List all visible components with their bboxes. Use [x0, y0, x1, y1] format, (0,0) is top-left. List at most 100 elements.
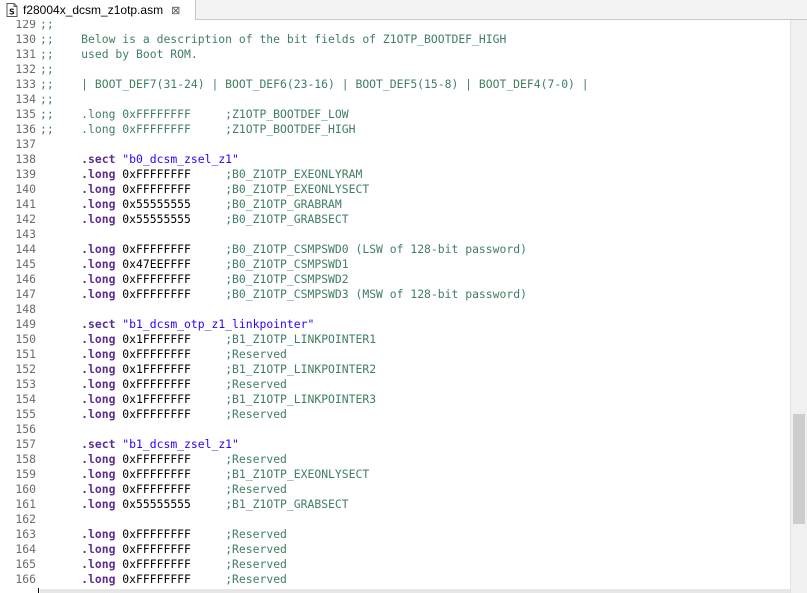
- line-number: 163: [15, 527, 36, 541]
- horizontal-scrollbar[interactable]: [40, 589, 790, 593]
- asm-file-icon: S: [4, 2, 20, 18]
- line-number: 137: [15, 137, 36, 151]
- code-line[interactable]: 143: [0, 227, 790, 242]
- line-text: ;; .long 0xFFFFFFFF ;Z1OTP_BOOTDEF_HIGH: [40, 122, 355, 137]
- token-comment: ;Reserved: [225, 482, 287, 496]
- line-text: ;;: [40, 62, 54, 77]
- code-line[interactable]: 157 .sect "b1_dcsm_zsel_z1": [0, 437, 790, 452]
- code-line[interactable]: 164 .long 0xFFFFFFFF ;Reserved: [0, 542, 790, 557]
- code-line[interactable]: 130 ;; Below is a description of the bit …: [0, 32, 790, 47]
- token-dir: .long: [81, 377, 116, 391]
- code-line[interactable]: 137: [0, 137, 790, 152]
- token-num: [40, 197, 81, 211]
- code-line[interactable]: 166 .long 0xFFFFFFFF ;Reserved: [0, 572, 790, 587]
- line-number: 153: [15, 377, 36, 391]
- token-num: 0x55555555: [115, 197, 226, 211]
- code-line[interactable]: 165 .long 0xFFFFFFFF ;Reserved: [0, 557, 790, 572]
- code-line[interactable]: 160 .long 0xFFFFFFFF ;Reserved: [0, 482, 790, 497]
- code-line[interactable]: 162: [0, 512, 790, 527]
- token-comment: ;B0_Z1OTP_CSMPSWD3 (MSW of 128-bit passw…: [225, 287, 527, 301]
- token-num: [40, 497, 81, 511]
- code-line[interactable]: 149 .sect "b1_dcsm_otp_z1_linkpointer": [0, 317, 790, 332]
- code-line[interactable]: 135 ;; .long 0xFFFFFFFF ;Z1OTP_BOOTDEF_LO…: [0, 107, 790, 122]
- token-comment: ;;: [40, 20, 54, 31]
- code-line[interactable]: 158 .long 0xFFFFFFFF ;Reserved: [0, 452, 790, 467]
- code-line[interactable]: 132;;: [0, 62, 790, 77]
- code-line[interactable]: 163 .long 0xFFFFFFFF ;Reserved: [0, 527, 790, 542]
- vertical-scrollbar[interactable]: [790, 20, 807, 593]
- token-comment: ;B0_Z1OTP_CSMPSWD0 (LSW of 128-bit passw…: [225, 242, 527, 256]
- code-line[interactable]: 153 .long 0xFFFFFFFF ;Reserved: [0, 377, 790, 392]
- line-number: 148: [15, 302, 36, 316]
- line-text: ;; .long 0xFFFFFFFF ;Z1OTP_BOOTDEF_LOW: [40, 107, 349, 122]
- token-dir: .long: [81, 542, 116, 556]
- code-line[interactable]: 136 ;; .long 0xFFFFFFFF ;Z1OTP_BOOTDEF_HI…: [0, 122, 790, 137]
- code-text-area[interactable]: 129;; 130;; Below is a description of the…: [0, 20, 790, 593]
- token-dir: .long: [81, 392, 116, 406]
- line-text: ;; Below is a description of the bit fie…: [40, 32, 506, 47]
- code-line[interactable]: 152 .long 0x1FFFFFFF ;B1_Z1OTP_LINKPOINT…: [0, 362, 790, 377]
- token-num: 0xFFFFFFFF: [115, 467, 226, 481]
- token-num: [40, 542, 81, 556]
- token-num: [40, 362, 81, 376]
- code-line[interactable]: 141 .long 0x55555555 ;B0_Z1OTP_GRABRAM: [0, 197, 790, 212]
- token-num: [40, 437, 81, 451]
- token-dir: .long: [81, 212, 116, 226]
- code-line[interactable]: 148: [0, 302, 790, 317]
- scrollbar-thumb[interactable]: [793, 414, 805, 524]
- line-number: 135: [15, 107, 36, 121]
- token-dir: .long: [81, 482, 116, 496]
- line-number: 147: [15, 287, 36, 301]
- line-text: .long 0x55555555 ;B0_Z1OTP_GRABRAM: [40, 197, 342, 212]
- line-number: 161: [15, 497, 36, 511]
- line-number: 158: [15, 452, 36, 466]
- line-text: .sect "b0_dcsm_zsel_z1": [40, 152, 239, 167]
- line-text: .long 0xFFFFFFFF ;B0_Z1OTP_EXEONLYSECT: [40, 182, 369, 197]
- code-line[interactable]: 156: [0, 422, 790, 437]
- line-number: 142: [15, 212, 36, 226]
- token-dir: .long: [81, 362, 116, 376]
- code-line[interactable]: 161 .long 0x55555555 ;B1_Z1OTP_GRABSECT: [0, 497, 790, 512]
- code-line[interactable]: 145 .long 0x47EEFFFF ;B0_Z1OTP_CSMPSWD1: [0, 257, 790, 272]
- code-line[interactable]: 150 .long 0x1FFFFFFF ;B1_Z1OTP_LINKPOINT…: [0, 332, 790, 347]
- code-line[interactable]: 151 .long 0xFFFFFFFF ;Reserved: [0, 347, 790, 362]
- token-comment: ;Reserved: [225, 542, 287, 556]
- line-number: 129: [15, 20, 36, 31]
- token-num: [40, 152, 81, 166]
- token-dir: .long: [81, 467, 116, 481]
- token-comment: ;B0_Z1OTP_CSMPSWD2: [225, 272, 349, 286]
- token-num: [40, 452, 81, 466]
- code-line[interactable]: 139 .long 0xFFFFFFFF ;B0_Z1OTP_EXEONLYRA…: [0, 167, 790, 182]
- code-editor[interactable]: 129;; 130;; Below is a description of the…: [0, 20, 807, 593]
- token-num: 0xFFFFFFFF: [115, 167, 226, 181]
- tab-title: f28004x_dcsm_z1otp.asm: [23, 3, 164, 17]
- code-line[interactable]: 144 .long 0xFFFFFFFF ;B0_Z1OTP_CSMPSWD0 …: [0, 242, 790, 257]
- line-number: 156: [15, 422, 36, 436]
- token-num: 0xFFFFFFFF: [115, 407, 226, 421]
- code-line[interactable]: 133 ;; | BOOT_DEF7(31-24) | BOOT_DEF6(23-…: [0, 77, 790, 92]
- line-text: ;; | BOOT_DEF7(31-24) | BOOT_DEF6(23-16)…: [40, 77, 589, 92]
- tab-f28004x-dcsm-z1otp[interactable]: S f28004x_dcsm_z1otp.asm ⊠: [0, 0, 196, 20]
- token-comment: ;B0_Z1OTP_EXEONLYSECT: [225, 182, 370, 196]
- line-text: ;;: [40, 92, 54, 107]
- code-line[interactable]: 138 .sect "b0_dcsm_zsel_z1": [0, 152, 790, 167]
- code-line[interactable]: 134;;: [0, 92, 790, 107]
- token-dir: .long: [81, 182, 116, 196]
- close-icon[interactable]: ⊠: [171, 4, 180, 17]
- token-comment: ;B0_Z1OTP_EXEONLYRAM: [225, 167, 363, 181]
- code-line[interactable]: 155 .long 0xFFFFFFFF ;Reserved: [0, 407, 790, 422]
- code-line[interactable]: 142 .long 0x55555555 ;B0_Z1OTP_GRABSECT: [0, 212, 790, 227]
- line-number: 131: [15, 47, 36, 61]
- code-line[interactable]: 140 .long 0xFFFFFFFF ;B0_Z1OTP_EXEONLYSE…: [0, 182, 790, 197]
- line-text: .long 0xFFFFFFFF ;Reserved: [40, 572, 287, 587]
- code-line[interactable]: 159 .long 0xFFFFFFFF ;B1_Z1OTP_EXEONLYSE…: [0, 467, 790, 482]
- code-line[interactable]: 129;;: [0, 20, 790, 32]
- token-num: 0xFFFFFFFF: [115, 557, 226, 571]
- code-line[interactable]: 131 ;; used by Boot ROM.: [0, 47, 790, 62]
- token-num: [40, 167, 81, 181]
- code-line[interactable]: 146 .long 0xFFFFFFFF ;B0_Z1OTP_CSMPSWD2: [0, 272, 790, 287]
- code-line[interactable]: 154 .long 0x1FFFFFFF ;B1_Z1OTP_LINKPOINT…: [0, 392, 790, 407]
- line-text: .long 0x55555555 ;B0_Z1OTP_GRABSECT: [40, 212, 348, 227]
- code-line[interactable]: 147 .long 0xFFFFFFFF ;B0_Z1OTP_CSMPSWD3 …: [0, 287, 790, 302]
- token-comment: ;Reserved: [225, 527, 287, 541]
